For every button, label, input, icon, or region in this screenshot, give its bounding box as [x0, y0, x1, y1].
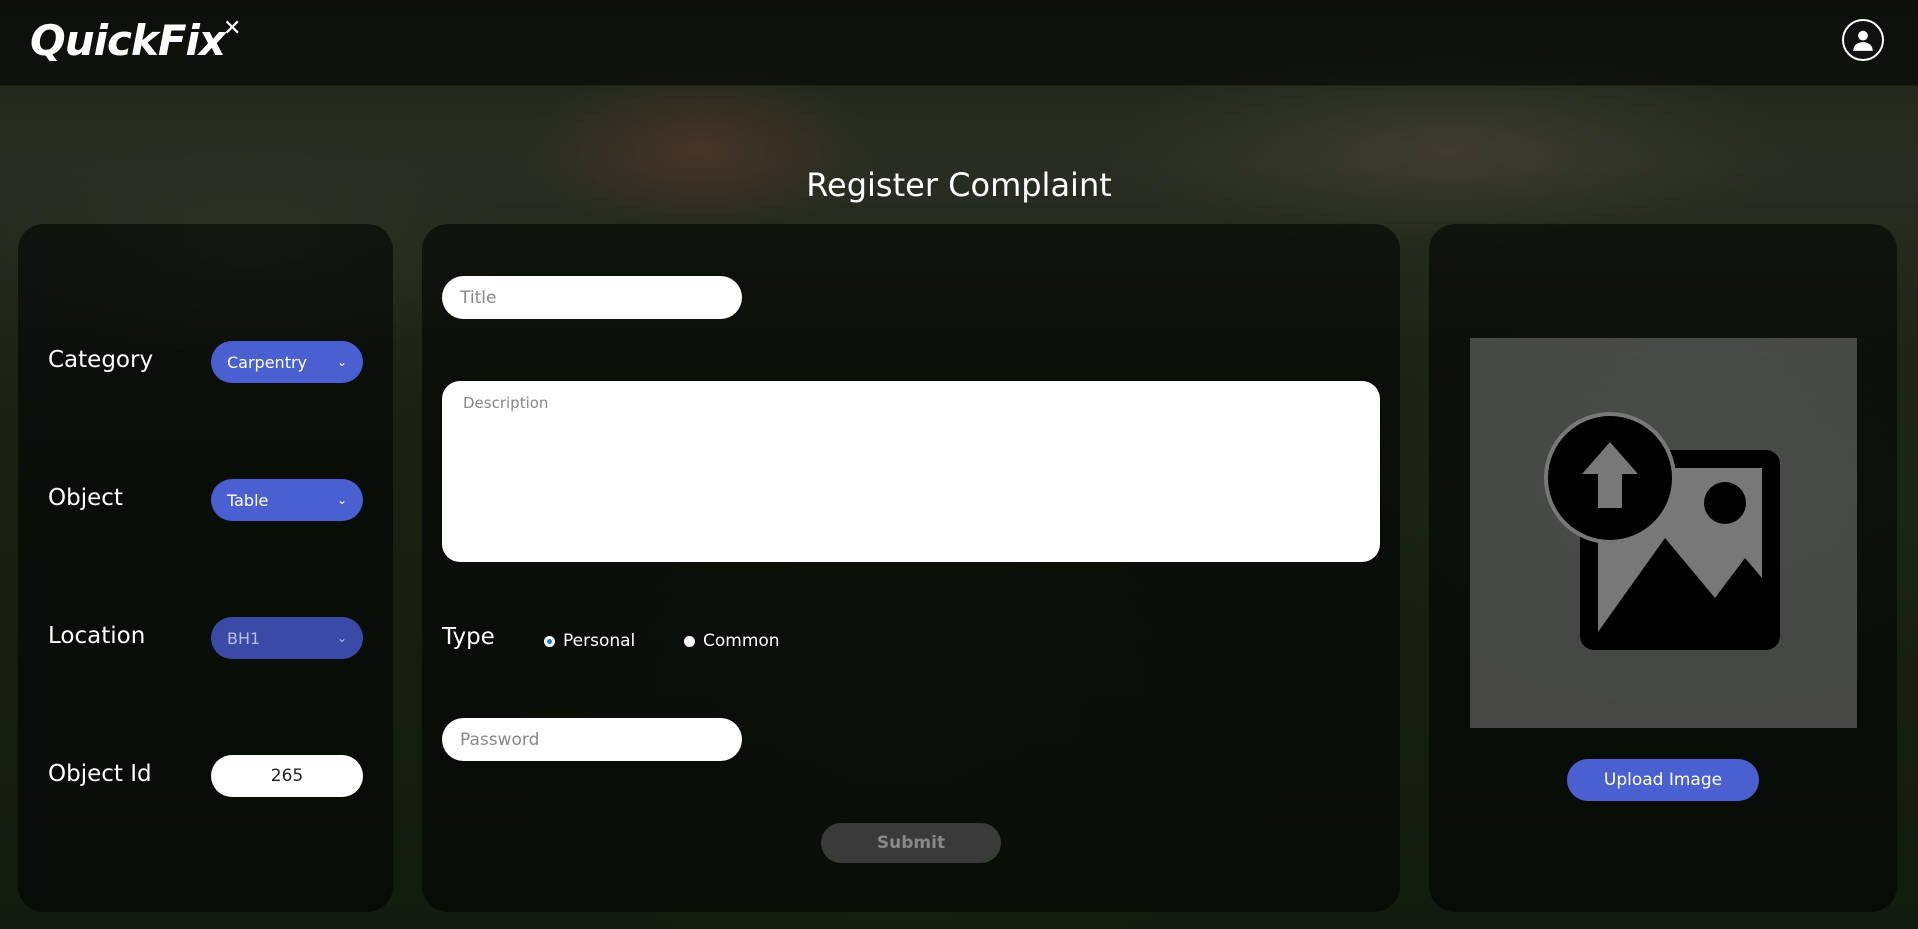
- image-preview[interactable]: [1470, 338, 1857, 728]
- user-circle-icon: [1853, 30, 1873, 51]
- object-id-label: Object Id: [48, 761, 152, 787]
- image-panel: Upload Image: [1429, 224, 1897, 912]
- chevron-down-icon: ⌄: [336, 355, 347, 369]
- radio-common-label: Common: [703, 631, 780, 651]
- top-navbar: QuickFix✕: [0, 0, 1918, 86]
- radio-unchecked-icon: [684, 635, 695, 647]
- password-input[interactable]: Password: [442, 718, 742, 761]
- quickfix-logo[interactable]: QuickFix✕: [30, 16, 241, 65]
- title-input[interactable]: Title: [442, 276, 742, 319]
- type-label: Type: [442, 624, 495, 650]
- object-value: Table: [227, 490, 269, 510]
- chevron-down-icon: ⌄: [336, 631, 347, 645]
- location-select[interactable]: BH1 ⌄: [211, 617, 363, 659]
- chevron-down-icon: ⌄: [336, 493, 347, 507]
- image-upload-icon: [1544, 412, 1780, 650]
- category-select[interactable]: Carpentry ⌄: [211, 341, 363, 383]
- upload-image-button[interactable]: Upload Image: [1567, 759, 1759, 801]
- category-label: Category: [48, 347, 154, 373]
- radio-common[interactable]: Common: [684, 631, 780, 651]
- category-value: Carpentry: [227, 352, 308, 372]
- submit-button[interactable]: Submit: [821, 823, 1001, 863]
- page-title: Register Complaint: [806, 166, 1112, 204]
- radio-personal[interactable]: Personal: [544, 631, 635, 651]
- complaint-form-panel: Title Description Type Personal Common P…: [422, 224, 1400, 912]
- tools-icon: ✕: [223, 16, 241, 41]
- object-select[interactable]: Table ⌄: [211, 479, 363, 521]
- profile-button[interactable]: [1842, 19, 1884, 61]
- radio-checked-icon: [544, 635, 555, 647]
- attributes-panel: Category Carpentry ⌄ Object Table ⌄ Loca…: [18, 224, 393, 912]
- description-textarea[interactable]: Description: [442, 381, 1380, 562]
- object-id-input[interactable]: 265: [211, 755, 363, 797]
- radio-personal-label: Personal: [563, 631, 636, 651]
- location-label: Location: [48, 623, 146, 649]
- logo-text: QuickFix: [30, 16, 226, 65]
- location-value: BH1: [227, 628, 261, 648]
- object-label: Object: [48, 485, 123, 511]
